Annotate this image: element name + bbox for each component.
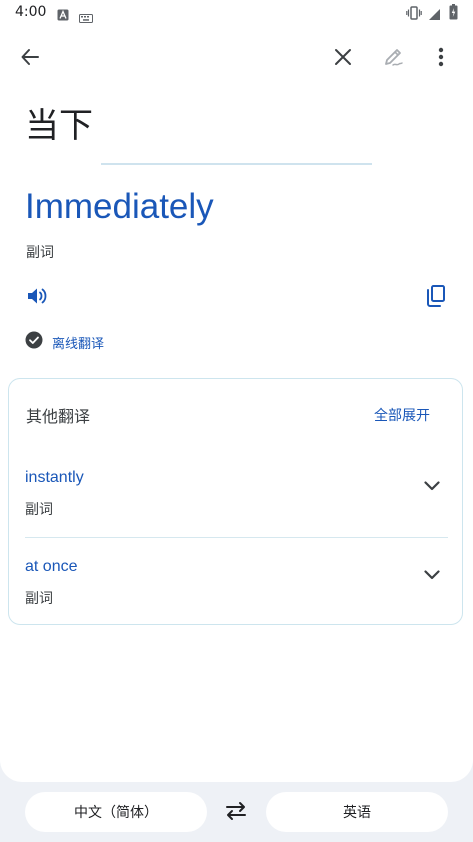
main-panel: 4:00 当下 Immediately 副词 离线翻译 其他翻译 全部展开 in…	[0, 0, 473, 782]
copy-icon	[426, 285, 446, 311]
handwriting-button[interactable]	[375, 41, 411, 77]
expand-item-button[interactable]	[418, 471, 446, 499]
expand-all-button[interactable]: 全部展开	[374, 405, 430, 425]
chevron-down-icon	[424, 476, 440, 495]
edit-pen-icon	[382, 46, 404, 72]
other-translations-title: 其他翻译	[26, 407, 91, 426]
alt-translation-word: instantly	[25, 469, 84, 486]
expand-item-button[interactable]	[418, 560, 446, 588]
alt-translation-item[interactable]: at once 副词	[9, 558, 462, 646]
vibrate-icon	[406, 5, 422, 24]
more-options-button[interactable]	[423, 41, 459, 77]
speaker-icon	[26, 286, 48, 310]
status-time: 4:00	[15, 4, 47, 20]
clear-button[interactable]	[325, 41, 361, 77]
alt-translation-part-of-speech: 副词	[25, 502, 53, 518]
chevron-down-icon	[424, 565, 440, 584]
signal-icon	[428, 6, 441, 25]
alt-translation-word: at once	[25, 558, 78, 575]
arrow-back-icon	[20, 47, 40, 71]
swap-languages-button[interactable]	[222, 799, 250, 827]
offline-label: 离线翻译	[52, 336, 105, 352]
translation-text: Immediately	[25, 187, 214, 226]
close-icon	[334, 48, 352, 70]
a-box-icon	[57, 6, 69, 25]
battery-icon	[449, 4, 458, 24]
offline-check-icon	[25, 331, 43, 353]
more-vert-icon	[438, 47, 444, 71]
back-button[interactable]	[12, 41, 48, 77]
status-bar: 4:00	[0, 0, 473, 26]
keyboard-icon	[79, 8, 93, 27]
target-language-button[interactable]: 英语	[266, 792, 448, 832]
source-underline	[101, 163, 372, 165]
swap-arrows-icon	[224, 801, 248, 825]
copy-button[interactable]	[421, 283, 451, 313]
alt-divider	[25, 537, 448, 538]
source-language-button[interactable]: 中文（简体）	[25, 792, 207, 832]
translation-part-of-speech: 副词	[26, 245, 54, 261]
alt-translation-item[interactable]: instantly 副词	[9, 469, 462, 557]
alt-translation-part-of-speech: 副词	[25, 591, 53, 607]
listen-button[interactable]	[22, 283, 52, 313]
other-translations-card: 其他翻译 全部展开 instantly 副词 at once 副词	[8, 378, 463, 625]
source-text[interactable]: 当下	[25, 98, 93, 147]
offline-translation-indicator: 离线翻译	[25, 331, 104, 353]
